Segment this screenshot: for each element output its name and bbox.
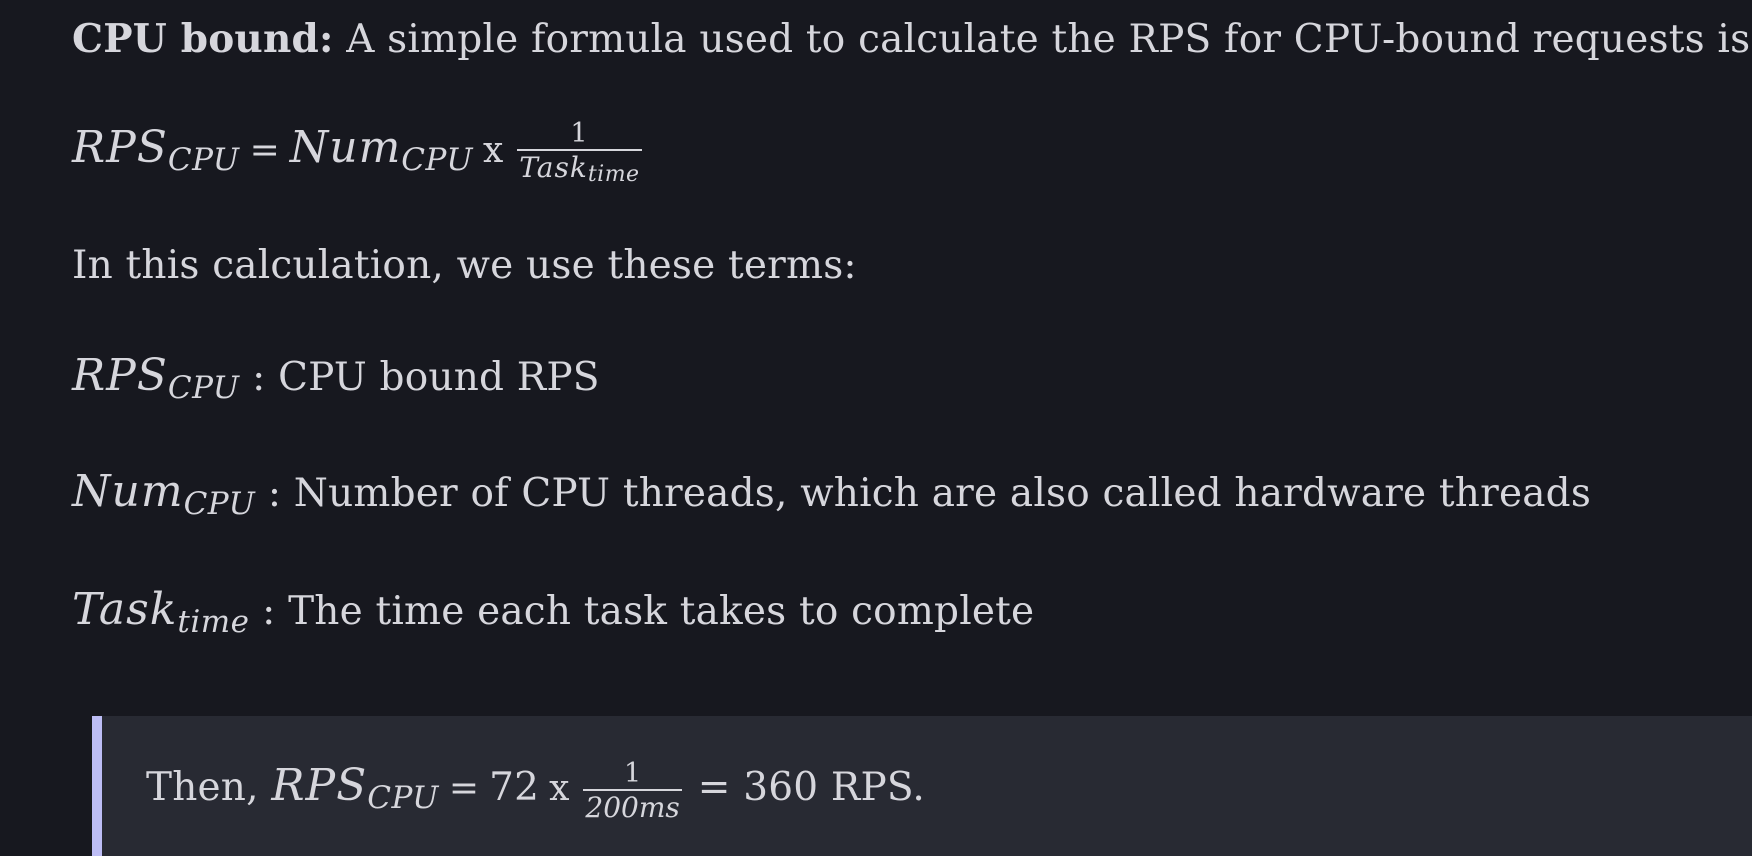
rps-formula: RPSCPU = NumCPU x 1 Tasktime (72, 118, 642, 192)
intro-bold-label: CPU bound: (72, 16, 334, 62)
intro-paragraph: CPU bound: A simple formula used to calc… (72, 16, 1752, 62)
term-symbol-main: Num (72, 466, 184, 517)
formula-fraction-denominator: Tasktime (517, 151, 641, 188)
formula-num-sub: CPU (401, 142, 473, 178)
callout-equals: = (448, 768, 480, 809)
formula-times: x (482, 130, 504, 171)
callout-line: Then, RPSCPU = 72 x 1 200ms = 360 RPS. (146, 757, 926, 829)
term-item: RPSCPU : CPU bound RPS (72, 350, 600, 406)
term-description: : The time each task takes to complete (249, 589, 1035, 634)
callout-fraction-numerator: 1 (624, 757, 642, 789)
formula-fraction-numerator: 1 (570, 118, 589, 149)
intro-text: A simple formula used to calculate the R… (333, 17, 1752, 62)
callout-fraction-denominator: 200ms (585, 790, 680, 824)
callout-result: = 360 RPS. (697, 765, 926, 810)
formula-den-sub: time (587, 162, 640, 187)
terms-intro: In this calculation, we use these terms: (72, 243, 857, 288)
formula-lhs-main: RPS (72, 122, 168, 173)
term-item: Tasktime : The time each task takes to c… (72, 584, 1035, 640)
term-symbol-sub: CPU (183, 486, 256, 522)
callout-lhs-main: RPS (271, 760, 368, 811)
formula-lhs-sub: CPU (167, 142, 240, 178)
callout-fraction: 1 200ms (583, 757, 682, 825)
formula-equals: = (249, 130, 280, 171)
term-symbol-sub: time (177, 604, 250, 640)
example-callout: Then, RPSCPU = 72 x 1 200ms = 360 RPS. (92, 716, 1752, 856)
article-page: { "intro": { "bold": "CPU bound:", "text… (0, 0, 1752, 856)
formula-lhs: RPSCPU (72, 122, 240, 178)
formula-den-main: Task (519, 151, 588, 184)
callout-prefix: Then, (146, 765, 272, 810)
callout-lhs-sub: CPU (367, 780, 439, 816)
term-item: NumCPU : Number of CPU threads, which ar… (72, 466, 1592, 522)
term-description: : Number of CPU threads, which are also … (255, 471, 1592, 516)
callout-value: 72 (489, 765, 540, 810)
term-symbol-main: Task (72, 584, 178, 635)
term-symbol-sub: CPU (167, 370, 240, 406)
term-description: : CPU bound RPS (239, 355, 600, 400)
term-symbol-main: RPS (72, 350, 168, 401)
formula-fraction: 1 Tasktime (517, 118, 642, 188)
formula-num-main: Num (289, 122, 402, 173)
formula-num: NumCPU (289, 122, 473, 178)
callout-accent-bar (92, 716, 102, 856)
callout-times: x (549, 768, 570, 809)
